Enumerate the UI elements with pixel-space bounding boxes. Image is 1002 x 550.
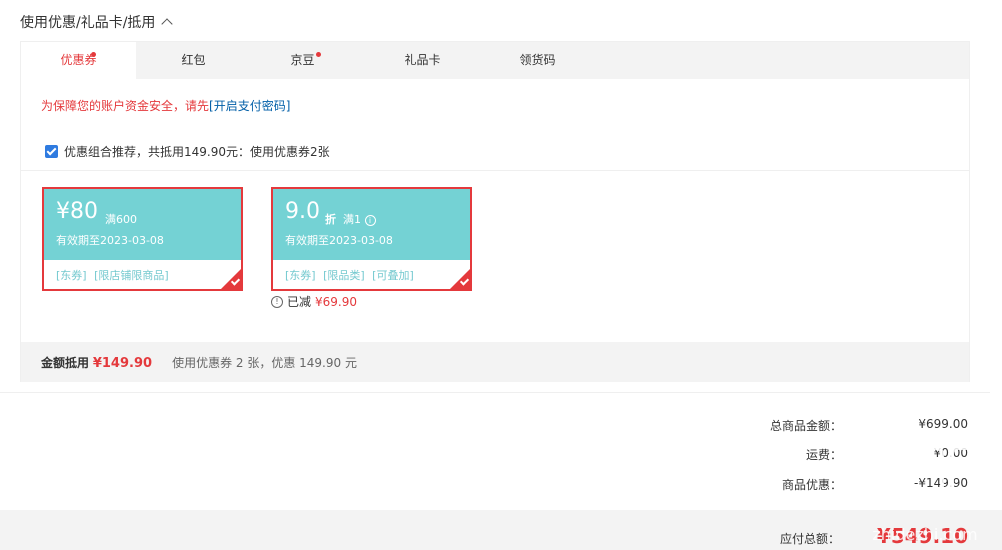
- reduced-value: ¥69.90: [315, 294, 358, 309]
- summary-desc: 使用优惠券 2 张，优惠 149.90 元: [172, 355, 357, 370]
- coupon-condition-group: 满1 i: [343, 211, 376, 227]
- coupon-tags: [东券] [限店铺限商品]: [56, 269, 169, 282]
- section-header[interactable]: 使用优惠/礼品卡/抵用: [20, 12, 174, 32]
- tab-bar: 优惠券 红包 京豆 礼品卡 领货码: [21, 42, 969, 79]
- tab-label: 红包: [181, 53, 206, 67]
- tab-label: 京豆: [290, 53, 315, 67]
- coupon-face: ¥80 满600 有效期至2023-03-08: [44, 189, 241, 260]
- discount-summary: 金额抵用 ¥149.90 使用优惠券 2 张，优惠 149.90 元: [21, 342, 969, 382]
- info-icon[interactable]: i: [364, 214, 376, 226]
- combo-label: 优惠组合推荐，共抵用149.90元：使用优惠券2张: [64, 145, 330, 159]
- total-label: 总商品金额：: [769, 419, 842, 433]
- payable-bar: [0, 510, 1002, 550]
- tab-label: 礼品卡: [404, 53, 441, 67]
- tab-jingdou[interactable]: 京豆: [245, 42, 360, 79]
- chevron-up-icon[interactable]: [161, 18, 174, 30]
- coupon-unit: 折: [325, 213, 336, 226]
- total-label: 商品优惠：: [781, 478, 842, 492]
- coupon-face: 9.0 折 满1 i 有效期至2023-03-08: [273, 189, 470, 260]
- coupon-card[interactable]: ¥80 满600 有效期至2023-03-08 [东券] [限店铺限商品]: [42, 187, 243, 291]
- coupon-validity: 有效期至2023-03-08: [285, 234, 393, 247]
- tab-gift-card[interactable]: 礼品卡: [365, 42, 480, 79]
- reduced-note: ! 已减 ¥69.90: [271, 293, 357, 310]
- coupon-validity: 有效期至2023-03-08: [56, 234, 164, 247]
- coupon-amount: ¥80: [56, 199, 98, 224]
- total-value: ¥699.00: [918, 417, 968, 431]
- coupon-tags: [东券] [限品类] [可叠加]: [285, 269, 414, 282]
- summary-price: ¥149.90: [92, 355, 153, 371]
- summary-label: 金额抵用: [41, 355, 90, 370]
- alert-icon: !: [271, 295, 283, 308]
- coupon-amount: 9.0: [285, 199, 320, 224]
- payable-value: ¥549.10: [876, 524, 968, 548]
- tab-label: 领货码: [519, 53, 556, 67]
- combo-recommend[interactable]: 优惠组合推荐，共抵用149.90元：使用优惠券2张: [45, 143, 330, 160]
- divider: [0, 392, 990, 393]
- tab-coupons[interactable]: 优惠券: [21, 42, 136, 79]
- discount-panel: 优惠券 红包 京豆 礼品卡 领货码 为保障您的账户资金安全，请先[开启支付密码]…: [20, 41, 970, 382]
- combo-checkbox[interactable]: [45, 145, 58, 158]
- payable-label: 应付总额：: [779, 532, 840, 546]
- security-notice: 为保障您的账户资金安全，请先[开启支付密码]: [41, 97, 290, 114]
- total-value: -¥149.90: [914, 476, 968, 490]
- section-title: 使用优惠/礼品卡/抵用: [20, 15, 156, 31]
- new-dot-icon: [316, 52, 321, 57]
- coupon-condition: 满600: [105, 213, 137, 226]
- enable-pay-password-link[interactable]: [开启支付密码]: [209, 99, 290, 113]
- new-dot-icon: [91, 52, 96, 57]
- divider: [21, 170, 969, 171]
- coupon-card[interactable]: 9.0 折 满1 i 有效期至2023-03-08 [东券] [限品类] [可叠…: [271, 187, 472, 291]
- security-notice-text: 为保障您的账户资金安全，请先: [41, 99, 210, 113]
- coupon-condition: 满1: [343, 213, 361, 226]
- tab-red-packet[interactable]: 红包: [136, 42, 251, 79]
- summary-group: 金额抵用 ¥149.90: [41, 354, 152, 371]
- reduced-label: 已减: [287, 295, 312, 309]
- tab-redeem-code[interactable]: 领货码: [480, 42, 595, 79]
- total-value: ¥0.00: [933, 446, 968, 460]
- total-label: 运费：: [805, 448, 842, 462]
